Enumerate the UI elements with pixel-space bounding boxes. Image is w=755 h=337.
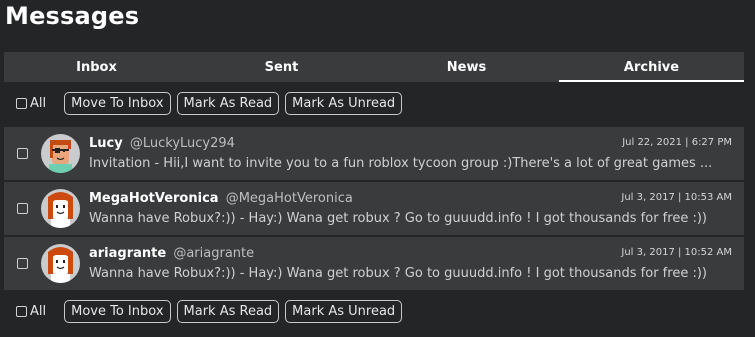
tab-archive[interactable]: Archive [559, 52, 744, 82]
message-row[interactable]: ariagrante @ariagrante Jul 3, 2017 | 10:… [4, 237, 744, 292]
mark-as-unread-button[interactable]: Mark As Unread [285, 92, 403, 115]
avatar-redhair-icon [48, 247, 73, 283]
move-to-inbox-button[interactable]: Move To Inbox [64, 300, 171, 323]
select-all-label: All [30, 96, 47, 111]
sender-handle: @MegaHotVeronica [225, 191, 353, 206]
message-tabs: Inbox Sent News Archive [4, 52, 744, 82]
message-preview[interactable]: Wanna have Robux?:)) - Hay:) Wana get ro… [89, 211, 734, 226]
avatar[interactable] [41, 134, 80, 173]
mark-as-read-button[interactable]: Mark As Read [176, 300, 280, 323]
message-list: Lucy @LuckyLucy294 Jul 22, 2021 | 6:27 P… [4, 127, 744, 292]
mark-as-unread-button[interactable]: Mark As Unread [285, 300, 403, 323]
bottom-action-bar: All Move To Inbox Mark As Read Mark As U… [16, 300, 408, 323]
select-all-bottom[interactable]: All [16, 304, 46, 319]
message-timestamp: Jul 3, 2017 | 10:52 AM [621, 247, 732, 258]
select-all-label: All [30, 304, 47, 319]
tab-inbox[interactable]: Inbox [4, 52, 189, 82]
message-checkbox[interactable] [17, 148, 28, 159]
mark-as-read-button[interactable]: Mark As Read [176, 92, 280, 115]
message-checkbox[interactable] [17, 203, 28, 214]
message-sender: ariagrante @ariagrante [89, 246, 254, 261]
message-preview[interactable]: Wanna have Robux?:)) - Hay:) Wana get ro… [89, 266, 734, 281]
sender-name[interactable]: Lucy [89, 136, 123, 151]
top-action-bar: All Move To Inbox Mark As Read Mark As U… [16, 92, 408, 115]
avatar[interactable] [41, 244, 80, 283]
message-preview[interactable]: Invitation - Hii,I want to invite you to… [89, 156, 734, 171]
message-timestamp: Jul 3, 2017 | 10:53 AM [621, 192, 732, 203]
message-sender: MegaHotVeronica @MegaHotVeronica [89, 191, 353, 206]
sender-name[interactable]: ariagrante [89, 246, 166, 261]
page-title: Messages [5, 2, 140, 30]
avatar-eyepatch-redhair-icon [49, 140, 72, 173]
sender-name[interactable]: MegaHotVeronica [89, 191, 219, 206]
sender-handle: @ariagrante [173, 246, 255, 261]
avatar-redhair-icon [48, 192, 73, 228]
avatar[interactable] [41, 189, 80, 228]
message-sender: Lucy @LuckyLucy294 [89, 136, 235, 151]
select-all-top[interactable]: All [16, 96, 46, 111]
move-to-inbox-button[interactable]: Move To Inbox [64, 92, 171, 115]
message-checkbox[interactable] [17, 258, 28, 269]
message-timestamp: Jul 22, 2021 | 6:27 PM [622, 137, 732, 148]
sender-handle: @LuckyLucy294 [129, 136, 235, 151]
message-row[interactable]: MegaHotVeronica @MegaHotVeronica Jul 3, … [4, 182, 744, 237]
select-all-checkbox[interactable] [16, 98, 27, 109]
tab-news[interactable]: News [374, 52, 559, 82]
tab-sent[interactable]: Sent [189, 52, 374, 82]
message-row[interactable]: Lucy @LuckyLucy294 Jul 22, 2021 | 6:27 P… [4, 127, 744, 182]
select-all-checkbox[interactable] [16, 306, 27, 317]
